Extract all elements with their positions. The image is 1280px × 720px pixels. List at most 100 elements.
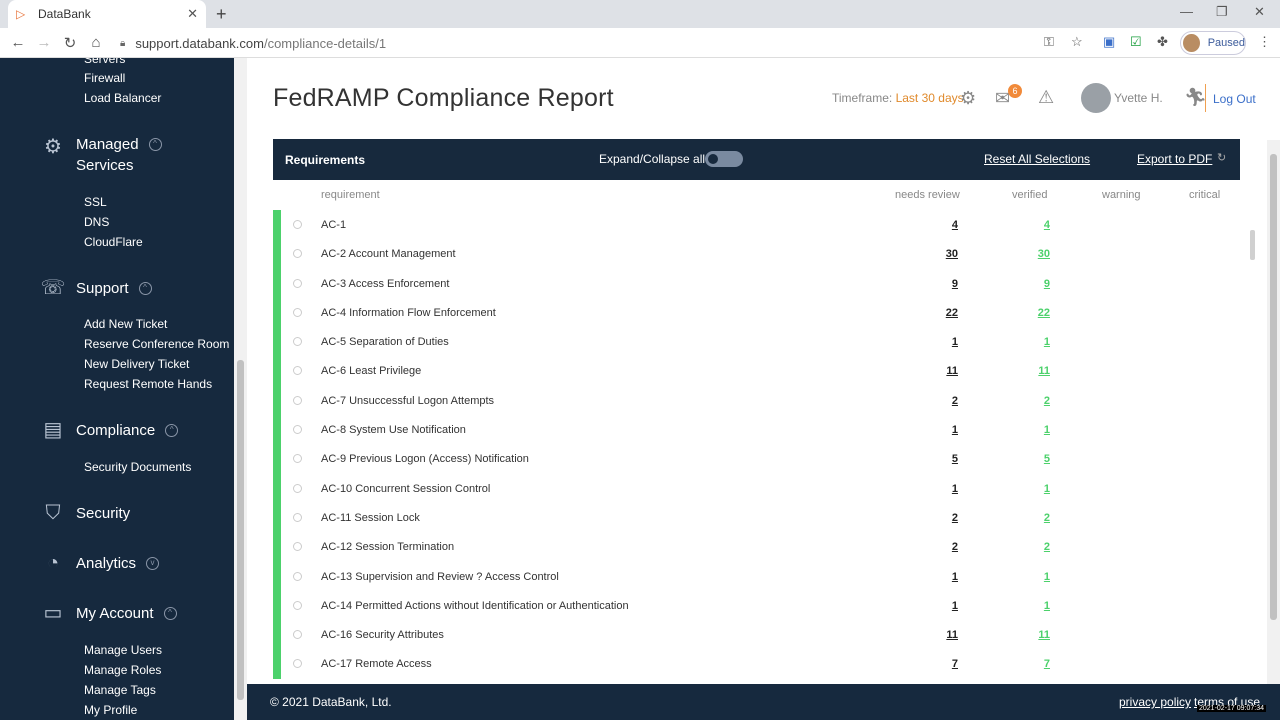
new-tab-icon[interactable]: +	[216, 4, 227, 25]
restore-icon[interactable]: ❐	[1216, 4, 1228, 20]
page-scrollbar-thumb[interactable]	[1270, 154, 1277, 620]
sidebar-item-security-documents[interactable]: Security Documents	[84, 460, 191, 474]
timeframe-selector[interactable]: Timeframe: Last 30 days	[832, 91, 964, 105]
sidebar-item-dns[interactable]: DNS	[84, 215, 109, 229]
sidebar-item-reserve-conference-room[interactable]: Reserve Conference Room	[84, 337, 229, 351]
needs-review-count[interactable]: 1	[952, 424, 958, 436]
sidebar-item-manage-roles[interactable]: Manage Roles	[84, 663, 161, 677]
table-row[interactable]: AC-5 Separation of Duties 1 1	[273, 327, 1240, 357]
column-needs-review[interactable]: needs review	[895, 189, 960, 201]
table-row[interactable]: AC-1 4 4	[273, 210, 1240, 240]
needs-review-count[interactable]: 1	[952, 336, 958, 348]
privacy-policy-link[interactable]: privacy policy	[1119, 695, 1191, 709]
row-select-radio[interactable]	[293, 454, 302, 464]
column-warning[interactable]: warning	[1102, 189, 1141, 201]
sidebar-section-support[interactable]: ☏ Support ^	[40, 275, 152, 301]
table-row[interactable]: AC-4 Information Flow Enforcement 22 22	[273, 297, 1240, 328]
table-row[interactable]: AC-8 System Use Notification 1 1	[273, 415, 1240, 445]
sidebar-item-request-remote-hands[interactable]: Request Remote Hands	[84, 377, 212, 391]
table-row[interactable]: AC-12 Session Termination 2 2	[273, 532, 1240, 562]
row-select-radio[interactable]	[293, 659, 302, 669]
extension-check-icon[interactable]: ☑	[1130, 34, 1142, 50]
sidebar-item-cloudflare[interactable]: CloudFlare	[84, 235, 143, 249]
home-icon[interactable]: ⌂	[83, 34, 109, 51]
chevron-down-icon[interactable]: v	[146, 556, 160, 570]
verified-count[interactable]: 9	[1044, 278, 1050, 290]
row-select-radio[interactable]	[293, 307, 302, 317]
sidebar-scrollbar-thumb[interactable]	[237, 360, 244, 700]
needs-review-count[interactable]: 4	[952, 219, 958, 231]
verified-count[interactable]: 2	[1044, 512, 1050, 524]
table-row[interactable]: AC-10 Concurrent Session Control 1 1	[273, 473, 1240, 503]
verified-count[interactable]: 5	[1044, 453, 1050, 465]
row-select-radio[interactable]	[293, 249, 302, 259]
sidebar-section-my-account[interactable]: ▭ My Account ^	[40, 600, 177, 626]
close-window-icon[interactable]: ✕	[1254, 4, 1265, 20]
timeframe-value[interactable]: Last 30 days	[896, 91, 964, 105]
sidebar-item-my-profile[interactable]: My Profile	[84, 703, 137, 717]
table-row[interactable]: AC-16 Security Attributes 11 11	[273, 620, 1240, 650]
needs-review-count[interactable]: 2	[952, 395, 958, 407]
table-row[interactable]: AC-7 Unsuccessful Logon Attempts 2 2	[273, 385, 1240, 416]
verified-count[interactable]: 1	[1044, 483, 1050, 495]
forward-icon[interactable]: →	[31, 34, 57, 51]
reload-icon[interactable]: ↻	[57, 34, 83, 52]
chevron-up-icon[interactable]: ^	[163, 606, 177, 620]
browser-tab[interactable]: ▷ DataBank ✕	[8, 0, 206, 28]
running-person-icon[interactable]: 🏃︎	[1184, 87, 1207, 108]
chevron-up-icon[interactable]: ^	[138, 281, 152, 295]
minimize-icon[interactable]: —	[1180, 4, 1193, 19]
verified-count[interactable]: 11	[1038, 629, 1050, 641]
sidebar-item-add-new-ticket[interactable]: Add New Ticket	[84, 317, 167, 331]
row-select-radio[interactable]	[293, 571, 302, 581]
table-row[interactable]: AC-17 Remote Access 7 7	[273, 649, 1240, 679]
verified-count[interactable]: 2	[1044, 541, 1050, 553]
verified-count[interactable]: 1	[1044, 571, 1050, 583]
row-select-radio[interactable]	[293, 512, 302, 522]
table-row[interactable]: AC-11 Session Lock 2 2	[273, 502, 1240, 533]
logout-link[interactable]: Log Out	[1213, 92, 1256, 106]
needs-review-count[interactable]: 1	[952, 600, 958, 612]
row-select-radio[interactable]	[293, 337, 302, 347]
sidebar-section-compliance[interactable]: ▤ Compliance ^	[40, 417, 179, 443]
needs-review-count[interactable]: 5	[952, 453, 958, 465]
sidebar-item-manage-users[interactable]: Manage Users	[84, 643, 162, 657]
needs-review-count[interactable]: 1	[952, 571, 958, 583]
export-to-pdf-link[interactable]: Export to PDF	[1137, 152, 1212, 166]
reset-all-selections-link[interactable]: Reset All Selections	[984, 152, 1090, 166]
verified-count[interactable]: 1	[1044, 600, 1050, 612]
menu-icon[interactable]: ⋮	[1258, 34, 1271, 50]
back-icon[interactable]: ←	[5, 34, 31, 51]
user-name[interactable]: Yvette H.	[1114, 91, 1163, 105]
table-row[interactable]: AC-13 Supervision and Review ? Access Co…	[273, 561, 1240, 591]
column-requirement[interactable]: requirement	[321, 189, 380, 201]
verified-count[interactable]: 11	[1038, 365, 1050, 377]
chevron-up-icon[interactable]: ^	[148, 138, 162, 151]
table-row[interactable]: AC-6 Least Privilege 11 11	[273, 356, 1240, 386]
close-tab-icon[interactable]: ✕	[187, 6, 198, 22]
verified-count[interactable]: 4	[1044, 219, 1050, 231]
needs-review-count[interactable]: 11	[946, 629, 958, 641]
extension-blue-icon[interactable]: ▣	[1103, 34, 1115, 50]
profile-button[interactable]: Paused	[1180, 31, 1246, 55]
page-scrollbar[interactable]	[1267, 140, 1280, 684]
row-select-radio[interactable]	[293, 483, 302, 493]
verified-count[interactable]: 7	[1044, 658, 1050, 670]
row-select-radio[interactable]	[293, 542, 302, 552]
sidebar-item-ssl[interactable]: SSL	[84, 195, 107, 209]
needs-review-count[interactable]: 9	[952, 278, 958, 290]
row-select-radio[interactable]	[293, 366, 302, 376]
row-select-radio[interactable]	[293, 600, 302, 610]
row-select-radio[interactable]	[293, 630, 302, 640]
verified-count[interactable]: 1	[1044, 424, 1050, 436]
table-row[interactable]: AC-3 Access Enforcement 9 9	[273, 268, 1240, 298]
expand-collapse-toggle[interactable]	[705, 151, 743, 167]
verified-count[interactable]: 22	[1038, 307, 1050, 319]
verified-count[interactable]: 2	[1044, 395, 1050, 407]
gear-icon[interactable]: ⚙	[960, 88, 976, 109]
verified-count[interactable]: 1	[1044, 336, 1050, 348]
avatar[interactable]	[1081, 83, 1111, 113]
sidebar-section-analytics[interactable]: ◔ Analytics v	[40, 550, 160, 576]
needs-review-count[interactable]: 1	[952, 483, 958, 495]
row-select-radio[interactable]	[293, 425, 302, 435]
